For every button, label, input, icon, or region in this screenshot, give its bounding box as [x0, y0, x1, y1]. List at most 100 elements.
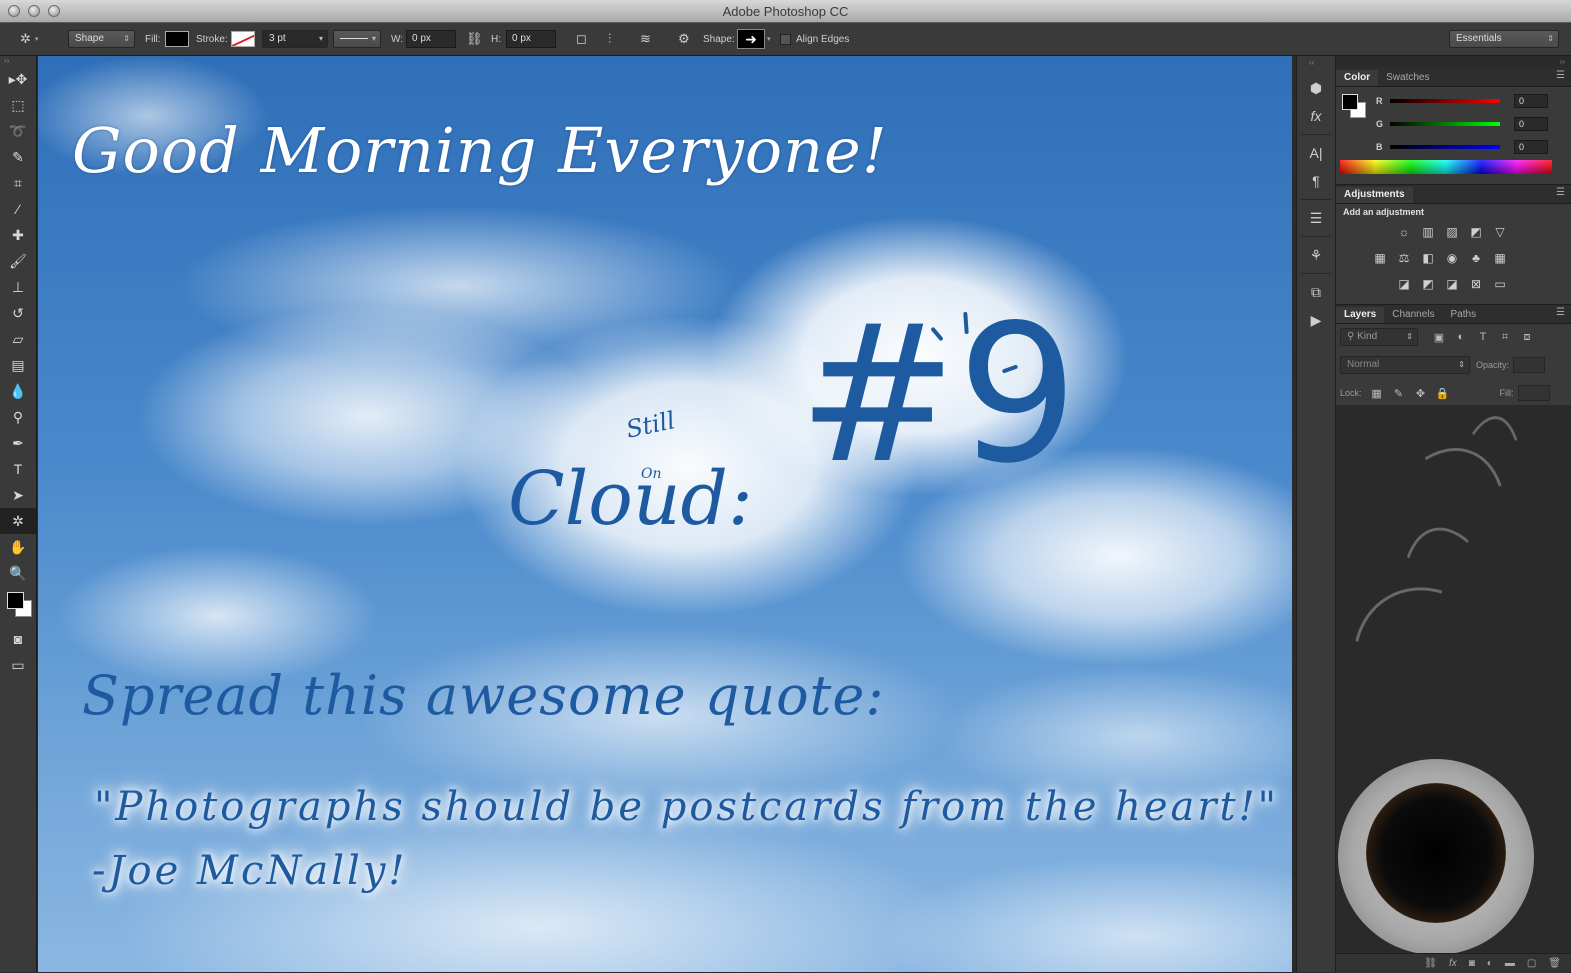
color-lookup-icon[interactable]: ▦: [1490, 249, 1510, 267]
blue-slider[interactable]: [1390, 145, 1500, 149]
threshold-icon[interactable]: ◪: [1442, 275, 1462, 293]
screen-mode-button[interactable]: ▭: [0, 652, 36, 678]
path-operations-icon[interactable]: ◻: [576, 31, 587, 47]
quick-mask-button[interactable]: ◙: [0, 626, 36, 652]
clone-stamp-tool[interactable]: ⊥: [0, 274, 36, 300]
pen-tool[interactable]: ✒: [0, 430, 36, 456]
properties-panel-button[interactable]: ☰: [1297, 204, 1335, 232]
character-panel-button[interactable]: A|: [1297, 139, 1335, 167]
collapse-panels-icon[interactable]: ››: [1336, 56, 1571, 68]
hand-tool[interactable]: ✋: [0, 534, 36, 560]
new-adjustment-layer-icon[interactable]: ◐: [1487, 958, 1493, 969]
link-icon[interactable]: ⛓: [466, 31, 483, 47]
fx-icon[interactable]: fx: [1449, 958, 1457, 969]
panel-menu-icon[interactable]: ☰: [1556, 70, 1565, 81]
actions-panel-button[interactable]: ▶: [1297, 306, 1335, 334]
tab-color[interactable]: Color: [1336, 70, 1379, 86]
gradient-map-icon[interactable]: ▭: [1490, 275, 1510, 293]
posterize-icon[interactable]: ◩: [1418, 275, 1438, 293]
hue-saturation-icon[interactable]: ▦: [1370, 249, 1390, 267]
lasso-tool[interactable]: ➰: [0, 118, 36, 144]
foreground-color-swatch[interactable]: [1342, 94, 1358, 110]
green-value-field[interactable]: 0: [1514, 117, 1548, 131]
exposure-icon[interactable]: ◩: [1466, 223, 1486, 241]
selective-color-icon[interactable]: ⊠: [1466, 275, 1486, 293]
quick-selection-tool[interactable]: ✎: [0, 144, 36, 170]
document-canvas[interactable]: Good Morning Everyone! Still Cloud: On #…: [38, 56, 1292, 972]
tab-channels[interactable]: Channels: [1384, 307, 1442, 323]
panel-menu-icon[interactable]: ☰: [1556, 187, 1565, 198]
filter-adjustment-icon[interactable]: ◐: [1450, 328, 1472, 346]
history-brush-tool[interactable]: ↺: [0, 300, 36, 326]
3d-panel-button[interactable]: ⬢: [1297, 74, 1335, 102]
gear-icon[interactable]: ⚙: [678, 31, 690, 47]
tool-mode-dropdown[interactable]: Shape ⇕: [68, 30, 135, 48]
filter-type-icon[interactable]: T: [1472, 328, 1494, 346]
gradient-tool[interactable]: ▤: [0, 352, 36, 378]
lock-position-icon[interactable]: ✥: [1410, 384, 1432, 402]
tool-preset-picker[interactable]: ✲ ▾: [20, 29, 38, 49]
path-alignment-icon[interactable]: ⫶: [608, 31, 611, 47]
stroke-color-swatch[interactable]: [231, 31, 255, 47]
path-arrangement-icon[interactable]: ≋: [640, 31, 651, 47]
curves-icon[interactable]: ▨: [1442, 223, 1462, 241]
photo-filter-icon[interactable]: ◉: [1442, 249, 1462, 267]
path-selection-tool[interactable]: ➤: [0, 482, 36, 508]
tab-adjustments[interactable]: Adjustments: [1336, 187, 1413, 203]
new-group-icon[interactable]: ▬: [1505, 958, 1515, 969]
healing-brush-tool[interactable]: ✚: [0, 222, 36, 248]
color-spectrum-ramp[interactable]: [1340, 160, 1552, 174]
panel-menu-icon[interactable]: ☰: [1556, 307, 1565, 318]
brush-tool[interactable]: 🖌: [0, 248, 36, 274]
marquee-tool[interactable]: ⬚: [0, 92, 36, 118]
new-layer-icon[interactable]: ▢: [1527, 958, 1536, 969]
tab-layers[interactable]: Layers: [1336, 307, 1385, 323]
vibrance-icon[interactable]: ▽: [1490, 223, 1510, 241]
lock-all-icon[interactable]: 🔒: [1432, 384, 1454, 402]
paragraph-panel-button[interactable]: ¶: [1297, 167, 1335, 195]
styles-panel-button[interactable]: fx: [1297, 102, 1335, 130]
red-slider[interactable]: [1390, 99, 1500, 103]
black-white-icon[interactable]: ◧: [1418, 249, 1438, 267]
fill-field[interactable]: [1517, 385, 1550, 401]
tab-swatches[interactable]: Swatches: [1378, 70, 1437, 86]
custom-shape-tool[interactable]: ✲: [0, 508, 36, 534]
blue-value-field[interactable]: 0: [1514, 140, 1548, 154]
type-tool[interactable]: T: [0, 456, 36, 482]
red-value-field[interactable]: 0: [1514, 94, 1548, 108]
move-tool[interactable]: ▸✥: [0, 66, 36, 92]
blur-tool[interactable]: 💧: [0, 378, 36, 404]
link-layers-icon[interactable]: ⛓: [1424, 958, 1437, 969]
fill-color-swatch[interactable]: [165, 31, 189, 47]
green-slider[interactable]: [1390, 122, 1500, 126]
workspace-dropdown[interactable]: Essentials ⇕: [1449, 30, 1559, 48]
stroke-width-field[interactable]: 3 pt ▾: [262, 30, 328, 48]
history-panel-button[interactable]: ⧉: [1297, 278, 1335, 306]
color-balance-icon[interactable]: ⚖: [1394, 249, 1414, 267]
filter-pixel-icon[interactable]: ▣: [1428, 328, 1450, 346]
layer-kind-filter[interactable]: ⚲ Kind ⇕: [1340, 328, 1418, 346]
trash-icon[interactable]: 🗑: [1548, 958, 1561, 969]
tab-paths[interactable]: Paths: [1443, 307, 1485, 323]
add-mask-icon[interactable]: ◙: [1469, 958, 1475, 969]
invert-icon[interactable]: ◪: [1394, 275, 1414, 293]
eraser-tool[interactable]: ▱: [0, 326, 36, 352]
align-edges-checkbox[interactable]: Align Edges: [780, 29, 849, 49]
eyedropper-tool[interactable]: ⁄: [0, 196, 36, 222]
height-field[interactable]: 0 px: [506, 30, 556, 48]
collapse-dock-icon[interactable]: ‹‹: [1297, 56, 1335, 74]
opacity-field[interactable]: [1513, 357, 1546, 373]
filter-smart-object-icon[interactable]: ⧈: [1516, 328, 1538, 346]
stroke-type-dropdown[interactable]: ▾: [333, 30, 381, 48]
crop-tool[interactable]: ⌗: [0, 170, 36, 196]
dodge-tool[interactable]: ⚲: [0, 404, 36, 430]
collapse-toolbar-icon[interactable]: ››: [0, 56, 36, 66]
lock-image-icon[interactable]: ✎: [1388, 384, 1410, 402]
channel-mixer-icon[interactable]: ♣: [1466, 249, 1486, 267]
shape-picker[interactable]: ➜: [737, 29, 765, 49]
filter-shape-icon[interactable]: ⌗: [1494, 328, 1516, 346]
foreground-color[interactable]: [7, 592, 24, 609]
tool-presets-panel-button[interactable]: ⚘: [1297, 241, 1335, 269]
blend-mode-dropdown[interactable]: Normal ⇕: [1340, 356, 1470, 374]
lock-transparent-icon[interactable]: ▦: [1366, 384, 1388, 402]
